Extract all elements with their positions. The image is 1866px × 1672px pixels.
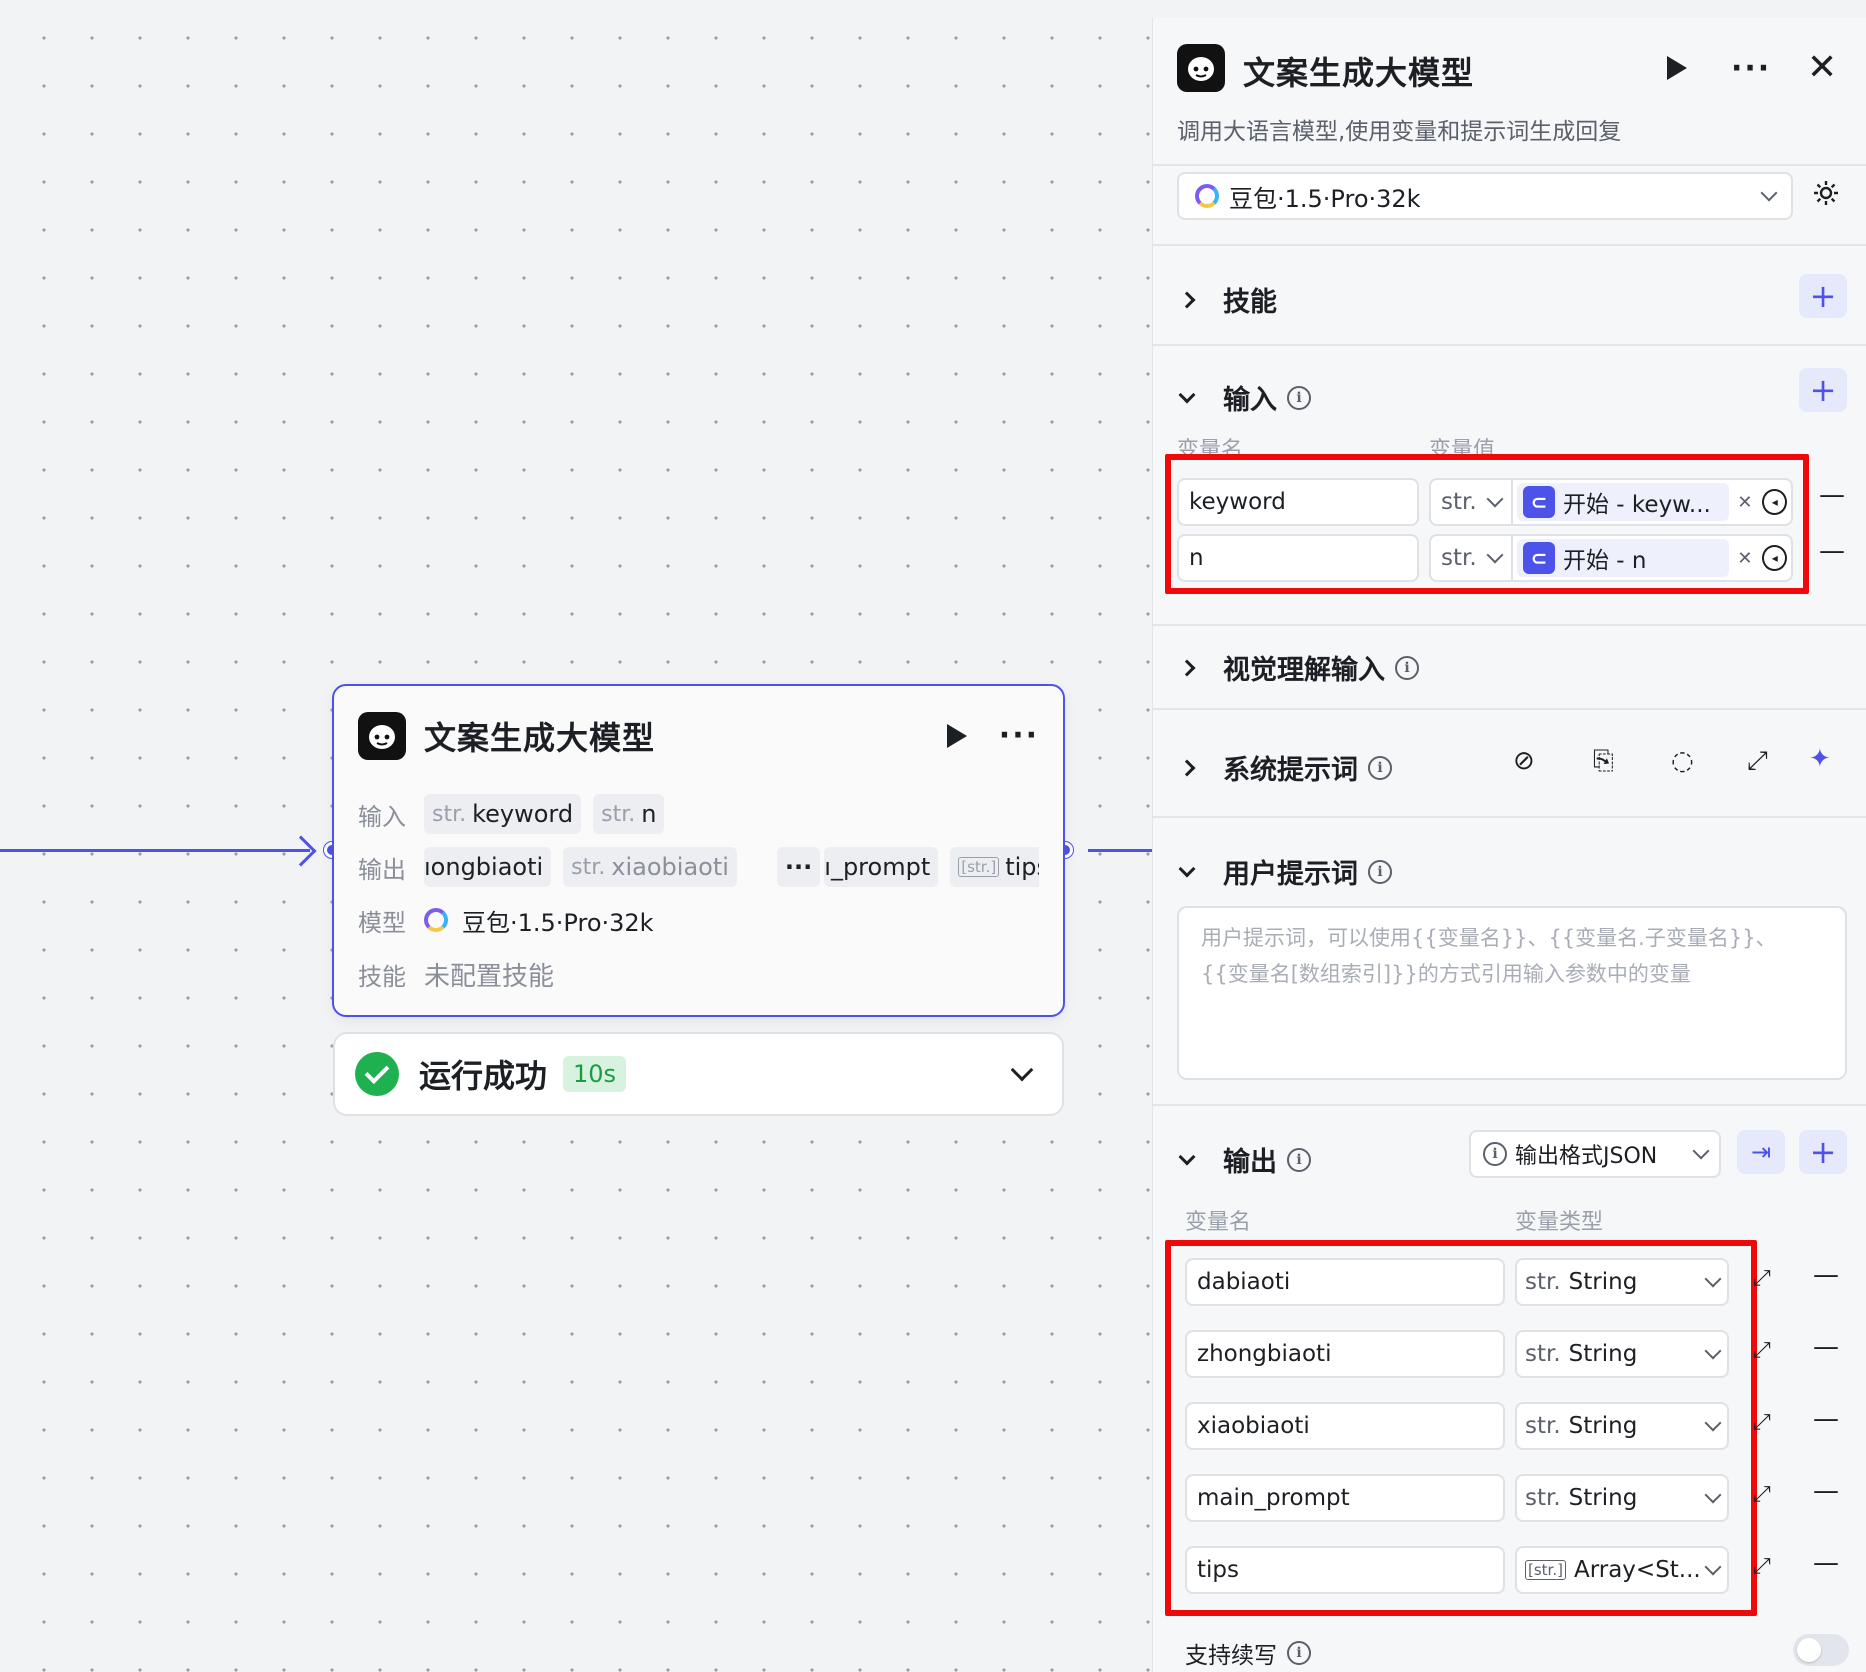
run-status-bar[interactable]: 运行成功 10s [333,1032,1064,1116]
remove-output-button[interactable]: — [1813,1404,1839,1434]
node-title: 文案生成大模型 [424,719,656,757]
output-type-select[interactable]: str. String [1515,1330,1729,1378]
output-type-select[interactable]: [str.] Array<St... [1515,1546,1729,1594]
output-name-field[interactable]: zhongbiaoti [1185,1330,1505,1378]
bot-icon [358,712,406,760]
expand-icon[interactable]: ⤢ [1753,1338,1771,1363]
input-chip: str. keyword [424,794,582,834]
node-model-row: 模型 豆包·1.5·Pro·32k [358,900,1039,940]
output-name-field[interactable]: tips [1185,1546,1505,1594]
more-outputs-button[interactable]: ··· [776,847,821,887]
continue-writing-label: 支持续写 [1185,1643,1277,1669]
run-node-icon[interactable] [946,724,967,748]
chevron-down-icon [1704,1558,1722,1576]
info-icon[interactable]: i [1287,1641,1311,1665]
outgoing-edge [1088,849,1152,852]
remove-output-button[interactable]: — [1813,1476,1839,1506]
node-output-row: 输出 ıongbiaoti str. xiaobiaoti ··· ı_promp… [358,847,1039,887]
chevron-down-icon [1704,1486,1722,1504]
remove-output-button[interactable]: — [1813,1260,1839,1290]
node-input-row: 输入 str. keyword str. n [358,794,1039,834]
output-label: 输出 [358,855,406,884]
output-chip: ıongbiaoti [424,847,552,887]
output-chip: ı_prompt [824,847,939,887]
incoming-edge [0,849,310,852]
input-chip: str. n [593,794,665,834]
output-type-select[interactable]: str. String [1515,1402,1729,1450]
continue-writing-toggle[interactable] [1793,1634,1849,1666]
output-type-select[interactable]: str. String [1515,1258,1729,1306]
node-more-icon[interactable]: ··· [999,721,1039,751]
duration-badge: 10s [563,1056,627,1092]
chevron-down-icon [1704,1342,1722,1360]
model-label: 模型 [358,908,406,937]
expand-icon[interactable]: ⤢ [1753,1410,1771,1435]
output-name-field[interactable]: main_prompt [1185,1474,1505,1522]
continue-writing-row: 支持续写 i [1185,1636,1311,1670]
chevron-down-icon [1704,1270,1722,1288]
llm-node-card[interactable]: 文案生成大模型 ··· 输入 str. keyword str. n 输出 ıong… [332,684,1065,1017]
output-name-field[interactable]: xiaobiaoti [1185,1402,1505,1450]
output-type-select[interactable]: str. String [1515,1474,1729,1522]
skill-label: 技能 [358,962,406,991]
expand-icon[interactable]: ⤢ [1753,1554,1771,1579]
node-header: 文案生成大模型 ··· [358,710,1039,762]
expand-icon[interactable]: ⤢ [1753,1266,1771,1291]
output-rows: dabiaoti str. String ⤢ — zhongbiaoti str… [1153,18,1866,1672]
expand-icon[interactable]: ⤢ [1753,1482,1771,1507]
input-label: 输入 [358,802,406,831]
doubao-model-icon [424,908,448,932]
remove-output-button[interactable]: — [1813,1332,1839,1362]
status-text: 运行成功 [419,1057,548,1095]
skill-value: 未配置技能 [424,961,555,992]
arrow-head-icon [285,835,317,867]
node-config-panel: 文案生成大模型 ··· ✕ 调用大语言模型,使用变量和提示词生成回复 豆包·1.… [1152,18,1866,1672]
output-name-field[interactable]: dabiaoti [1185,1258,1505,1306]
success-check-icon [355,1052,399,1096]
remove-output-button[interactable]: — [1813,1548,1839,1578]
model-name: 豆包·1.5·Pro·32k [462,908,654,937]
output-chip: str. xiaobiaoti [563,847,737,887]
chevron-down-icon [1704,1414,1722,1432]
chevron-down-icon[interactable] [1010,1058,1034,1082]
node-skill-row: 技能 未配置技能 [358,954,1039,994]
output-chip: [str.]tips [950,847,1039,887]
